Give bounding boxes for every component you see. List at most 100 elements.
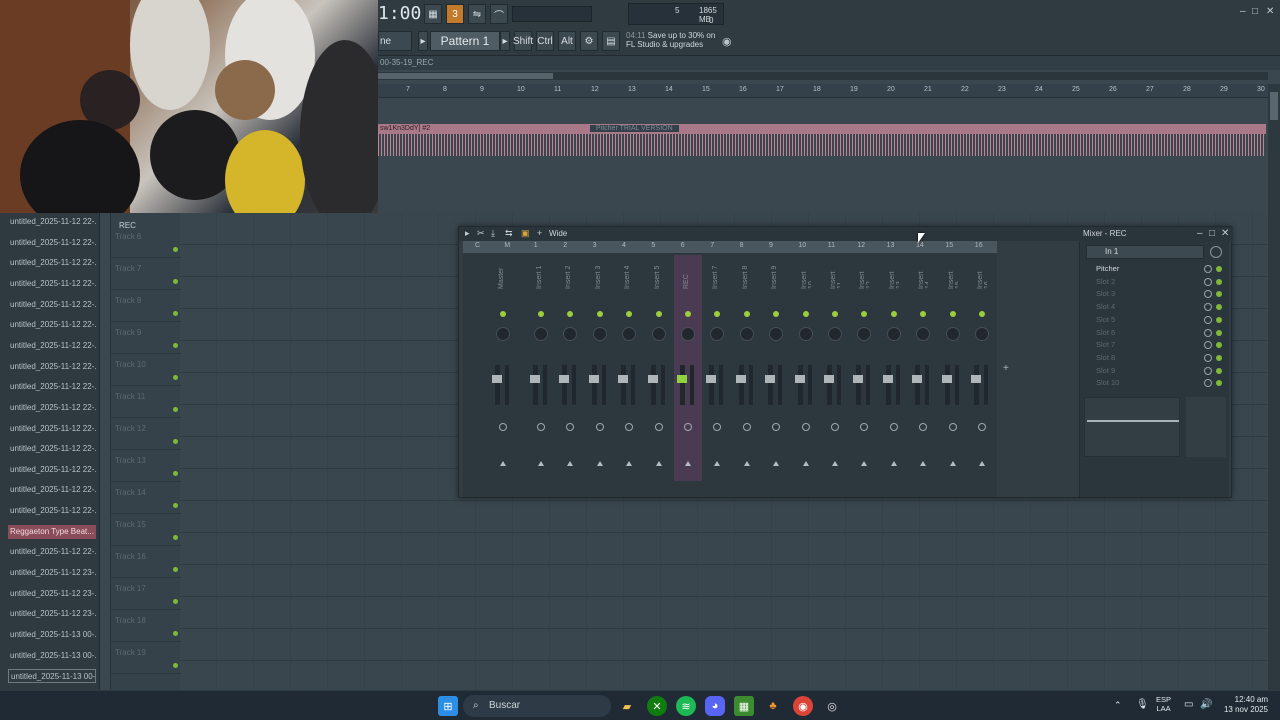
xbox-icon[interactable]: ✕ [647,696,667,716]
minecraft-icon[interactable]: ▦ [734,696,754,716]
mixer-strip[interactable]: Insert 5 [645,255,673,481]
countdown-button[interactable]: 3 [446,4,464,24]
close-icon[interactable]: ✕ [1266,6,1274,17]
fx-slot[interactable]: Slot 4 [1086,301,1226,313]
discord-icon[interactable]: ◕ [705,696,725,716]
mixer-strip[interactable]: Insert 9 [762,255,790,481]
track-enable-led[interactable] [173,279,178,284]
fx-slot-enable-led[interactable] [1216,304,1222,311]
mixer-route-knob[interactable] [801,423,810,431]
mixer-fader-handle[interactable] [765,375,776,383]
mixer-pan-knob[interactable] [916,327,931,341]
fx-slot-mix-knob[interactable] [1204,366,1212,375]
mixer-fader-handle[interactable] [492,375,502,383]
fx-slot[interactable]: Slot 7 [1086,339,1226,351]
network-icon[interactable]: ▭ [1184,699,1193,710]
fx-slot-mix-knob[interactable] [1204,265,1212,273]
tray-expand-icon[interactable]: ⌃ [1114,700,1122,711]
playlist-vertical-scrollbar[interactable] [1268,84,1280,690]
mixer-route-arrow-icon[interactable] [596,461,603,466]
fx-slot[interactable]: Slot 2 [1086,276,1226,288]
mixer-route-knob[interactable] [713,423,722,431]
mixer-strip-enable-led[interactable] [714,311,721,317]
mixer-fader-handle[interactable] [735,375,746,383]
mixer-strip[interactable]: Insert 7 [703,255,731,481]
mixer-route-arrow-icon[interactable] [979,461,985,466]
track-enable-led[interactable] [173,343,178,348]
browser-file-item[interactable]: untitled_2025-11-12 22-... [8,401,96,415]
fx-slot-mix-knob[interactable] [1204,379,1212,388]
mixer-fader-handle[interactable] [647,375,658,383]
fx-slot[interactable]: Slot 5 [1086,314,1226,326]
mixer-add-icon[interactable]: + [537,228,542,238]
fx-slot[interactable]: Pitcher [1086,263,1226,275]
mixer-pan-knob[interactable] [622,327,637,341]
browser-file-item[interactable]: untitled_2025-11-12 22-... [8,277,96,291]
fx-slot[interactable]: Slot 10 [1086,377,1226,389]
browser-file-item[interactable]: untitled_2025-11-12 22-... [8,256,96,270]
track-header[interactable]: Track 17 [111,578,181,610]
track-header[interactable]: Track 7 [111,258,181,290]
track-header[interactable]: Track 14 [111,482,181,514]
browser-file-item[interactable]: Reggaeton Type Beat... [8,524,96,539]
mixer-minimize-icon[interactable]: – [1197,228,1203,239]
mixer-strip[interactable]: Insert 8 [733,255,761,481]
mixer-strip[interactable]: Insert 15 [939,255,967,481]
mixer-pan-knob[interactable] [592,327,607,341]
mixer-strip-enable-led[interactable] [861,311,868,317]
input-select[interactable]: In 1 [1086,245,1204,259]
track-enable-led[interactable] [173,375,178,380]
mixer-route-arrow-icon[interactable] [538,461,544,466]
mixer-view-mode[interactable]: Wide [549,229,567,238]
track-header[interactable]: Track 11 [111,386,181,418]
mixer-route-knob[interactable] [919,423,928,431]
mixer-route-knob[interactable] [948,423,957,431]
track-enable-led[interactable] [173,663,178,668]
browser-file-item[interactable]: untitled_2025-11-12 22-... [8,380,96,394]
news-icon[interactable]: ▤ [602,31,620,51]
browser-file-item[interactable]: untitled_2025-11-13 00-... [8,628,96,642]
fx-slot-enable-led[interactable] [1216,342,1222,349]
spotify-icon[interactable]: ≋ [676,696,696,716]
clock[interactable]: 12:40 am 13 nov 2025 [1218,695,1268,715]
browser-file-item[interactable]: untitled_2025-11-12 22-... [8,215,96,229]
track-header[interactable]: Track 10 [111,354,181,386]
playlist-horizontal-scrollbar[interactable] [378,72,1268,80]
track-header[interactable]: Track 9 [111,322,181,354]
mixer-pan-knob[interactable] [534,327,548,341]
mixer-fader-handle[interactable] [677,375,687,383]
fx-slot-mix-knob[interactable] [1204,290,1212,299]
fx-slot-enable-led[interactable] [1216,354,1222,361]
mixer-pan-knob[interactable] [651,327,666,341]
mixer-strip[interactable]: Insert 12 [850,255,878,481]
fl-studio-icon[interactable]: ♣ [763,696,783,716]
pattern-selector[interactable]: Pattern 1 [430,31,500,51]
mixer-fader-handle[interactable] [912,375,923,383]
mixer-route-knob[interactable] [595,423,604,431]
mixer-close-icon[interactable]: ✕ [1221,228,1229,239]
microphone-icon[interactable]: 🎙 [1136,699,1149,710]
browser-file-item[interactable]: untitled_2025-11-12 23-... [8,587,96,601]
alt-button[interactable]: Alt [558,31,576,51]
mixer-route-knob[interactable] [978,423,986,431]
track-enable-led[interactable] [173,439,178,444]
browser-file-item[interactable]: untitled_2025-11-12 22-... [8,545,96,559]
browser-file-item[interactable]: untitled_2025-11-12 22-... [8,339,96,353]
fx-slot-mix-knob[interactable] [1204,315,1212,324]
mixer-strip-enable-led[interactable] [920,311,927,317]
mixer-pan-knob[interactable] [857,327,872,341]
browser-file-item[interactable]: untitled_2025-11-12 23-... [8,566,96,580]
file-explorer-icon[interactable]: ▰ [617,696,637,716]
track-enable-led[interactable] [173,503,178,508]
track-enable-led[interactable] [173,247,178,252]
mixer-fader-handle[interactable] [588,375,599,383]
mixer-route-knob[interactable] [654,423,663,431]
browser-file-item[interactable]: untitled_2025-11-12 22-... [8,318,96,332]
mixer-fader-handle[interactable] [794,375,805,383]
mixer-route-arrow-icon[interactable] [890,461,897,466]
mixer-route-knob[interactable] [772,423,781,431]
add-track-icon[interactable]: + [1003,363,1009,374]
browser-file-item[interactable]: untitled_2025-11-12 22-... [8,463,96,477]
browser-file-item[interactable]: untitled_2025-11-12 22-... [8,422,96,436]
browser-file-item[interactable]: untitled_2025-11-12 22-... [8,442,96,456]
